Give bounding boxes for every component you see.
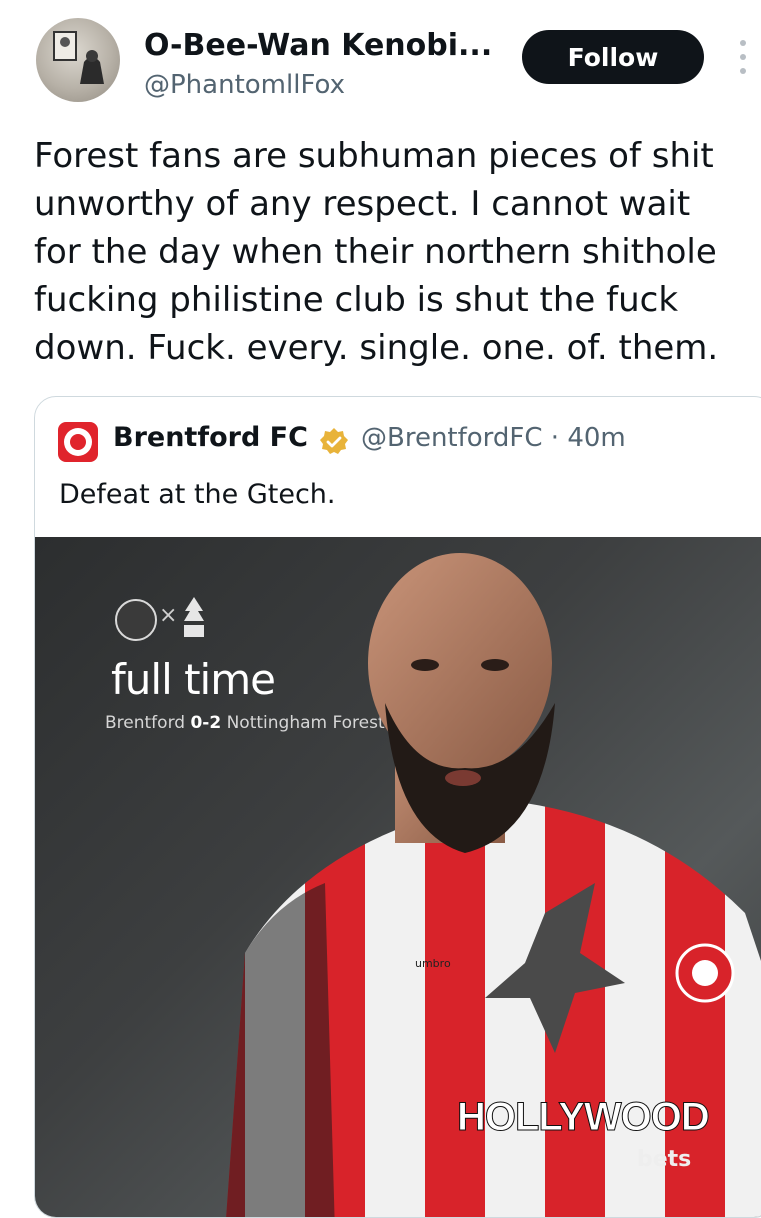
brentford-crest-icon [115,599,157,641]
tweet-line: Forest fans are subhuman pieces of shit [34,136,714,176]
shirt-sponsor: HOLLYWOOD [457,1095,711,1140]
quoted-tweet-card[interactable]: Brentford FC @BrentfordFC · 40m Defeat a… [34,396,761,1218]
tweet-text: Forest fans are subhuman pieces of shit … [34,132,754,372]
tweet-line: for the day when their northern shithole [34,232,717,272]
author-display-name[interactable]: O-Bee-Wan Kenobi... [144,28,492,63]
brentford-logo-icon[interactable] [58,422,98,462]
tweet-line: fucking philistine club is shut the fuck [34,280,679,320]
quoted-text: Defeat at the Gtech. [59,479,336,510]
quoted-handle-time[interactable]: @BrentfordFC · 40m [361,423,626,453]
tweet-line: unworthy of any respect. I cannot wait [34,184,691,224]
follow-button[interactable]: Follow [522,30,704,84]
shirt-sponsor-sub: bets [637,1147,692,1172]
kit-brand: umbro [415,957,451,970]
home-team: Brentford [105,713,191,733]
vertical-ellipsis-icon[interactable] [736,40,750,80]
quoted-media-image[interactable]: × full time Brentford 0-2 Nottingham For… [35,537,761,1217]
author-handle[interactable]: @PhantomllFox [144,70,345,100]
tweet-header: O-Bee-Wan Kenobi... @PhantomllFox Follow [0,0,761,120]
author-avatar[interactable] [36,18,120,102]
quoted-author-name[interactable]: Brentford FC [113,422,308,453]
verified-badge-icon [320,428,348,454]
tweet-line: down. Fuck. every. single. one. of. them… [34,328,719,368]
